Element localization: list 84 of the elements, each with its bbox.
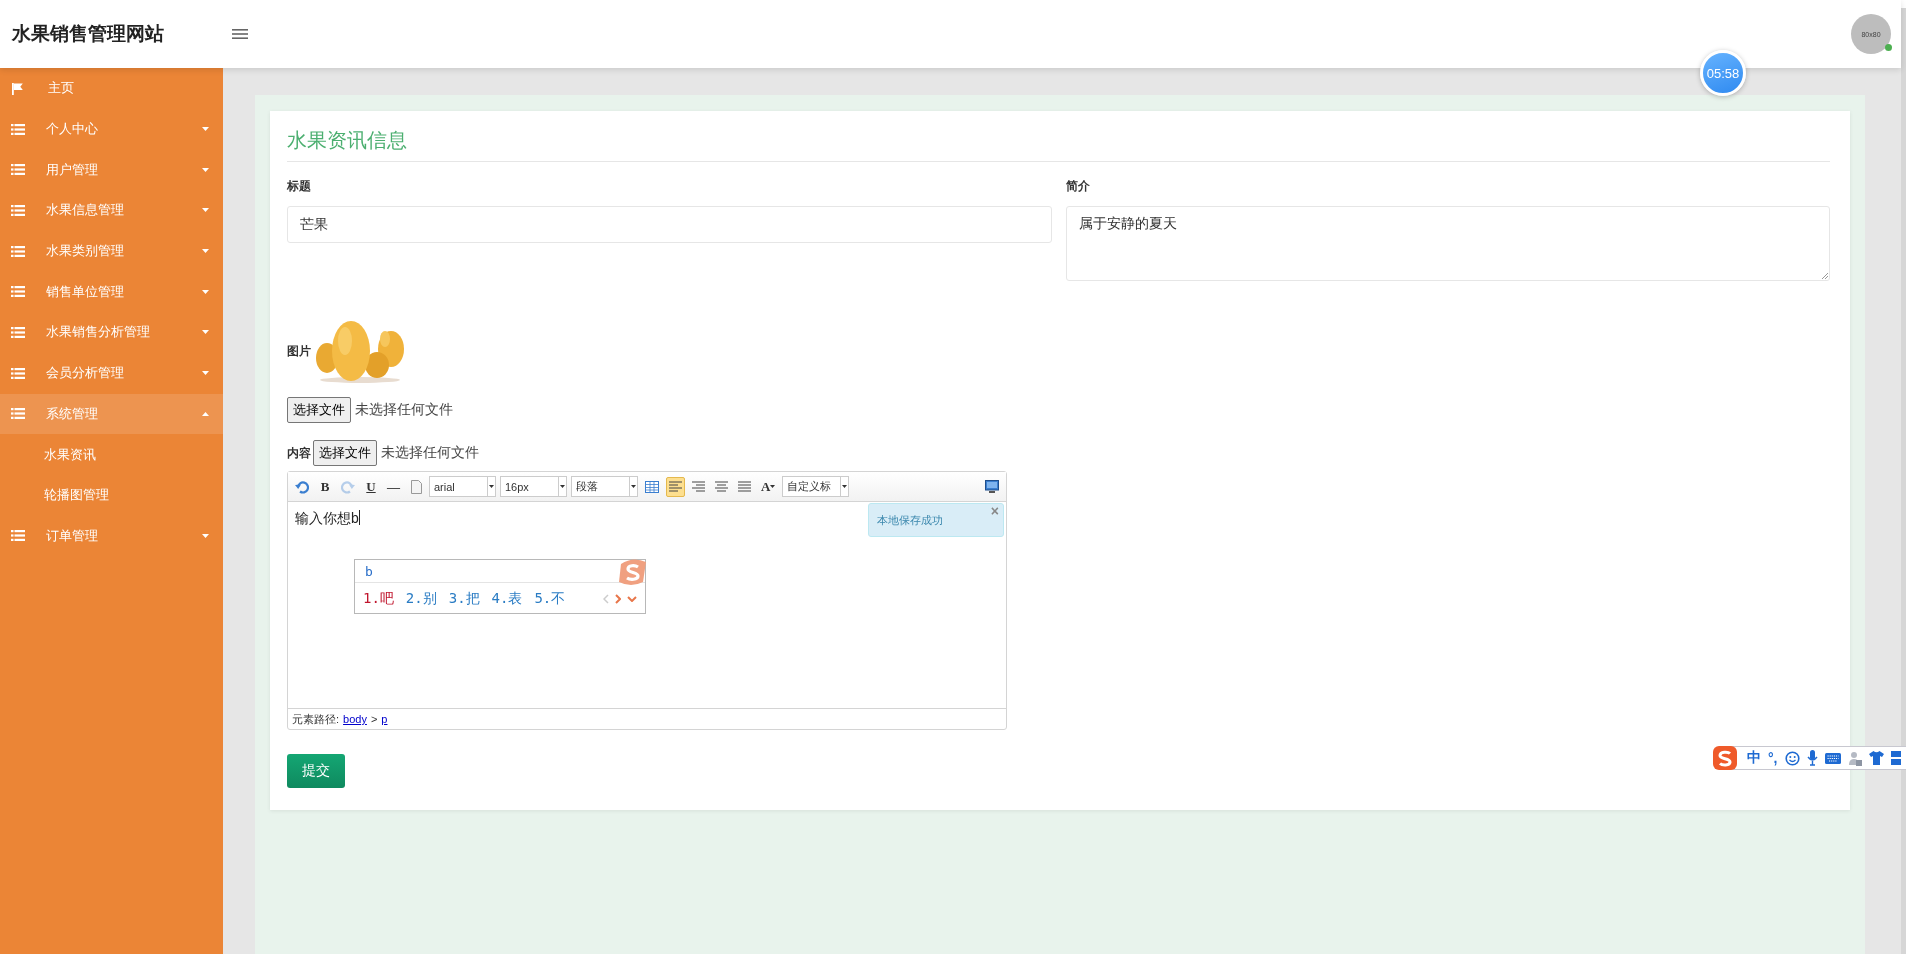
form-heading: 水果资讯信息 xyxy=(287,127,1830,162)
list-icon xyxy=(11,164,25,176)
align-left-icon xyxy=(669,480,682,493)
person-icon[interactable] xyxy=(1847,750,1862,766)
grid-icon[interactable] xyxy=(1890,751,1901,765)
microphone-icon[interactable] xyxy=(1806,750,1818,766)
chevron-left-icon[interactable] xyxy=(603,593,609,604)
path-link[interactable]: p xyxy=(381,713,388,725)
sidebar-subitem[interactable]: 轮播图管理 xyxy=(0,474,223,516)
ime-candidate[interactable]: 1.吧 xyxy=(363,589,394,608)
input-mode[interactable]: 中 xyxy=(1747,749,1761,767)
chevron-down-icon[interactable] xyxy=(627,595,637,602)
list-icon xyxy=(11,408,25,420)
table-icon xyxy=(645,480,659,493)
sidebar-item[interactable]: 销售单位管理 xyxy=(0,271,223,313)
sidebar-item[interactable]: 主页 xyxy=(0,68,223,109)
file-status: 未选择任何文件 xyxy=(355,401,453,419)
document-icon xyxy=(410,479,422,494)
list-icon xyxy=(11,367,25,379)
ime-candidate[interactable]: 5.不 xyxy=(534,589,566,608)
list-icon xyxy=(11,204,25,216)
underline-button[interactable]: U xyxy=(362,476,380,497)
field-label: 标题 xyxy=(287,178,312,195)
align-left-button[interactable] xyxy=(666,476,685,497)
sidebar-item[interactable]: 水果销售分析管理 xyxy=(0,312,223,353)
choose-file-button[interactable]: 选择文件 xyxy=(313,440,377,466)
submit-button[interactable]: 提交 xyxy=(287,754,345,788)
sidebar-item[interactable]: 用户管理 xyxy=(0,149,223,191)
path-separator: > xyxy=(370,713,378,725)
choose-file-button[interactable]: 选择文件 xyxy=(287,397,351,423)
input-field[interactable]: 芒果 xyxy=(287,206,1052,243)
list-icon xyxy=(11,326,25,338)
undo-icon xyxy=(295,479,309,494)
horizontal-rule-button[interactable]: — xyxy=(384,476,403,497)
composition-text: b xyxy=(365,563,373,579)
list-icon xyxy=(11,286,25,298)
resize-grip-icon xyxy=(1822,273,1828,279)
caret-icon xyxy=(489,485,494,488)
sidebar-item[interactable]: 订单管理 xyxy=(0,515,223,557)
sidebar-subitem[interactable]: 水果资讯 xyxy=(0,434,223,475)
path-link[interactable]: body xyxy=(343,713,367,725)
font-color-button[interactable]: A xyxy=(758,476,779,497)
caret-icon xyxy=(560,485,565,488)
sidebar-item[interactable]: 个人中心 xyxy=(0,108,223,150)
shirt-icon[interactable] xyxy=(1868,751,1884,765)
align-justify-icon xyxy=(738,480,751,493)
list-icon xyxy=(11,123,25,135)
notification-text: 本地保存成功 xyxy=(877,512,943,528)
sidebar-item[interactable]: 会员分析管理 xyxy=(0,352,223,394)
dropdown[interactable]: 16px xyxy=(500,476,567,497)
close-button[interactable]: × xyxy=(990,504,999,518)
list-icon xyxy=(11,530,25,542)
caret-icon xyxy=(631,485,636,488)
scrollbar[interactable] xyxy=(1901,8,1906,954)
field-label: 图片 xyxy=(287,342,311,360)
field-label: 简介 xyxy=(1065,178,1091,195)
menu-icon[interactable] xyxy=(232,28,248,40)
path-label: 元素路径: xyxy=(292,711,340,727)
dropdown[interactable]: 自定义标 xyxy=(782,476,850,497)
ime-candidate[interactable]: 2.别 xyxy=(405,589,437,608)
caret-icon xyxy=(842,485,848,488)
dropdown[interactable]: 段落 xyxy=(571,476,638,497)
editor-text[interactable]: 输入你想b xyxy=(295,510,360,528)
bold-button[interactable]: B xyxy=(316,476,334,497)
smiley-icon[interactable] xyxy=(1784,750,1800,766)
chevron-right-icon[interactable] xyxy=(615,593,621,604)
dropdown[interactable]: arial xyxy=(429,476,496,497)
keyboard-icon[interactable] xyxy=(1824,752,1841,764)
textarea-field[interactable]: 属于安静的夏天 xyxy=(1065,206,1830,281)
file-status: 未选择任何文件 xyxy=(381,444,479,462)
sidebar-item[interactable]: 水果类别管理 xyxy=(0,230,223,272)
list-icon xyxy=(11,245,25,257)
ime-candidate[interactable]: 4.表 xyxy=(491,589,523,608)
ime-candidate[interactable]: 3.把 xyxy=(448,589,480,608)
monitor-icon xyxy=(985,480,999,493)
sidebar-item[interactable]: 水果信息管理 xyxy=(0,190,223,231)
align-right-icon xyxy=(692,480,705,493)
site-title: 水果销售管理网站 xyxy=(12,22,165,46)
caret-icon xyxy=(770,485,776,488)
punctuation-mode[interactable]: °, xyxy=(1768,750,1778,766)
flag-icon xyxy=(11,81,24,95)
align-center-icon xyxy=(715,480,728,493)
redo-icon xyxy=(341,479,355,494)
field-label: 内容 xyxy=(287,444,311,462)
